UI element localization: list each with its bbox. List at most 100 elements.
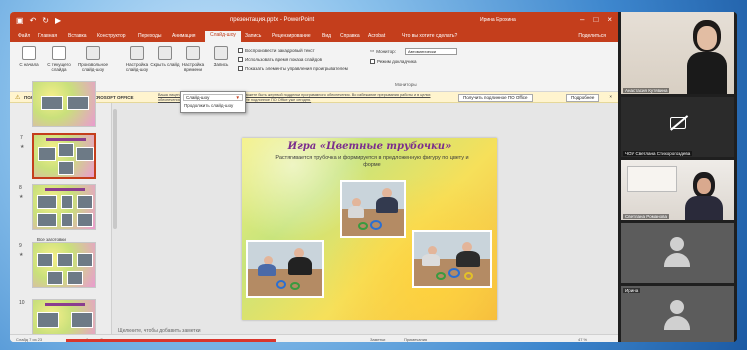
- participant-face: [697, 178, 711, 194]
- participant-tile[interactable]: Светлана Романова: [621, 160, 734, 220]
- start-slideshow-icon[interactable]: ▶: [55, 16, 61, 25]
- star-icon: ★: [19, 252, 24, 258]
- slide-photo: [340, 180, 406, 238]
- tab-design[interactable]: Конструктор: [97, 33, 126, 39]
- slideshow-dropdown[interactable]: Слайд-шоу ▼ Продолжить слайд-шоу: [180, 91, 246, 113]
- document-title: презентация.pptx - PowerPoint: [230, 17, 315, 23]
- tab-review[interactable]: Рецензирование: [272, 33, 311, 39]
- record-icon: [214, 46, 228, 60]
- current-slide[interactable]: Игра «Цветные трубочки» Растягивается тр…: [242, 138, 497, 320]
- star-icon: ★: [20, 144, 25, 150]
- setup-slideshow-button[interactable]: Настройка слайд-шоу: [122, 46, 152, 72]
- powerpoint-window: ▣ ↶ ↻ ▶ презентация.pptx - PowerPoint Ир…: [10, 12, 618, 342]
- maximize-icon[interactable]: □: [593, 15, 598, 24]
- quick-access-toolbar: ▣ ↶ ↻ ▶: [16, 16, 61, 25]
- tab-view[interactable]: Вид: [322, 33, 331, 39]
- use-timings-checkbox[interactable]: Использовать время показа слайдов: [238, 57, 322, 62]
- background-board: [627, 166, 677, 192]
- timer-icon: [186, 46, 200, 60]
- share-button[interactable]: Поделиться: [578, 33, 606, 39]
- save-icon[interactable]: ▣: [16, 16, 24, 25]
- play-icon: [22, 46, 36, 60]
- record-button[interactable]: Запись: [206, 46, 236, 67]
- close-icon[interactable]: ×: [607, 15, 612, 24]
- dropdown-selected[interactable]: Слайд-шоу ▼: [183, 94, 243, 101]
- undo-icon[interactable]: ↶: [30, 16, 37, 25]
- monitor-label: ▭ Монитор:: [370, 48, 396, 54]
- avatar-icon: [664, 300, 690, 332]
- user-name[interactable]: Ирина Ерохина: [480, 17, 516, 23]
- slide-thumbnail-selected[interactable]: 7 ★: [20, 133, 96, 179]
- minimize-icon[interactable]: –: [580, 15, 584, 24]
- participant-name: Ирина: [623, 288, 641, 293]
- editing-workspace: 7 ★ 8 ★ 9 ★ Все заготовки 10 Игра «Цветн…: [10, 81, 618, 342]
- ribbon-tabs: Файл Главная Вставка Конструктор Переход…: [10, 30, 618, 42]
- tab-record[interactable]: Запись: [245, 33, 261, 39]
- setup-icon: [130, 46, 144, 60]
- window-controls: – □ ×: [580, 15, 612, 24]
- dropdown-option[interactable]: Продолжить слайд-шоу: [184, 103, 242, 108]
- slide-thumbnails-pane: 7 ★ 8 ★ 9 ★ Все заготовки 10: [10, 81, 117, 342]
- group-label-monitors: Мониторы: [395, 82, 417, 87]
- custom-show-button[interactable]: Произвольное слайд-шоу: [78, 46, 108, 72]
- title-bar: ▣ ↶ ↻ ▶ презентация.pptx - PowerPoint Ир…: [10, 12, 618, 30]
- participant-body: [687, 52, 727, 94]
- show-media-controls-checkbox[interactable]: Показать элементы управления проигрывате…: [238, 66, 348, 71]
- slide-thumbnail[interactable]: [32, 81, 96, 127]
- video-progress-bar[interactable]: [66, 339, 276, 342]
- slide-photo: [412, 230, 492, 288]
- participant-tile[interactable]: Анастасия Кутявина: [621, 12, 734, 94]
- monitor-icon: ▭: [370, 48, 375, 53]
- tab-slideshow[interactable]: Слайд-шоу: [205, 31, 241, 42]
- tab-transitions[interactable]: Переходы: [138, 33, 161, 39]
- avatar-icon: [664, 237, 690, 269]
- hide-slide-icon: [158, 46, 172, 60]
- hide-slide-button[interactable]: Скрыть слайд: [150, 46, 180, 67]
- participant-body: [685, 196, 723, 220]
- notes-toggle[interactable]: Заметки: [370, 337, 385, 342]
- tab-animation[interactable]: Анимация: [172, 33, 195, 39]
- monitor-select[interactable]: Автоматически: [405, 48, 457, 55]
- tab-file[interactable]: Файл: [18, 33, 30, 39]
- learn-more-button[interactable]: Подробнее: [566, 93, 600, 102]
- participant-name: Анастасия Кутявина: [623, 88, 670, 93]
- participant-name: Светлана Романова: [623, 214, 670, 219]
- slide-title: Игра «Цветные трубочки»: [287, 141, 452, 152]
- custom-show-icon: [86, 46, 100, 60]
- rehearse-timings-button[interactable]: Настройка времени: [178, 46, 208, 72]
- participant-tile[interactable]: [621, 223, 734, 283]
- status-slide-counter: Слайд 7 из 23: [16, 337, 43, 342]
- participant-tile[interactable]: ЧОУ Светлана Стихорогоздева: [621, 97, 734, 157]
- participant-tile[interactable]: Ирина: [621, 286, 734, 342]
- tab-help[interactable]: Справка: [340, 33, 360, 39]
- slide-body-text: Растягивается трубочка и формируется в п…: [275, 155, 469, 168]
- close-notification-icon[interactable]: ×: [609, 94, 612, 99]
- star-icon: ★: [19, 194, 24, 200]
- tab-acrobat[interactable]: Acrobat: [368, 33, 385, 39]
- warning-icon: ⚠: [15, 95, 21, 101]
- slide-photo: [246, 240, 324, 298]
- tab-insert[interactable]: Вставка: [68, 33, 87, 39]
- comments-toggle[interactable]: Примечания: [404, 337, 427, 342]
- zoom-level[interactable]: 47 %: [578, 337, 587, 342]
- ribbon: С начала С текущего слайда Произвольное …: [10, 42, 618, 92]
- play-narration-checkbox[interactable]: Воспроизвести закадровый текст: [238, 48, 315, 53]
- tab-home[interactable]: Главная: [38, 33, 57, 39]
- participants-panel: Анастасия Кутявина ЧОУ Светлана Стихорог…: [618, 12, 737, 342]
- camera-off-icon: [670, 117, 686, 129]
- participant-name: ЧОУ Светлана Стихорогоздева: [623, 151, 693, 156]
- presenter-view-checkbox[interactable]: Режим докладчика: [370, 59, 416, 64]
- tell-me-search[interactable]: Что вы хотите сделать?: [402, 33, 457, 39]
- thumbnails-scrollbar[interactable]: [113, 109, 117, 229]
- get-genuine-office-button[interactable]: Получить подлинное ПО Office: [458, 93, 533, 102]
- thumbnail-caption: Все заготовки: [37, 237, 66, 242]
- license-notification-bar: ⚠ ПОЛУЧИТЬ ПОДЛИННОЕ ПО MICROSOFT OFFICE…: [10, 92, 618, 103]
- video-call-frame: ▣ ↶ ↻ ▶ презентация.pptx - PowerPoint Ир…: [10, 12, 737, 342]
- slide-thumbnail[interactable]: 9 ★ Все заготовки: [19, 237, 96, 288]
- slide-thumbnail[interactable]: 8 ★: [19, 184, 96, 230]
- participant-face: [697, 26, 717, 50]
- redo-icon[interactable]: ↻: [42, 16, 49, 25]
- play-current-icon: [52, 46, 66, 60]
- from-current-button[interactable]: С текущего слайда: [44, 46, 74, 72]
- from-beginning-button[interactable]: С начала: [14, 46, 44, 67]
